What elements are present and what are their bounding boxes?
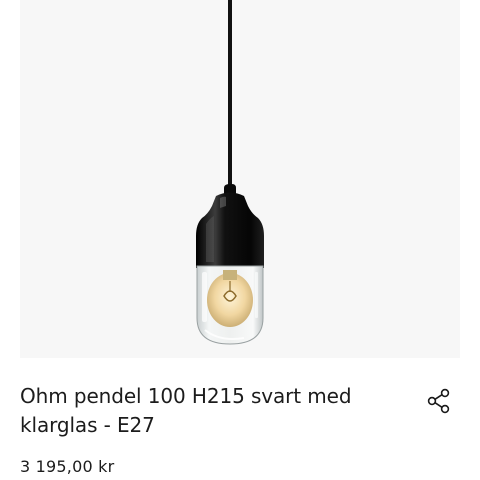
product-price: 3 195,00 kr [20, 457, 115, 476]
share-button[interactable] [420, 382, 458, 420]
product-title: Ohm pendel 100 H215 svart med klarglas -… [20, 384, 352, 437]
product-image[interactable] [20, 0, 460, 358]
product-page: Ohm pendel 100 H215 svart med klarglas -… [0, 0, 480, 480]
share-icon [427, 388, 450, 414]
product-info: Ohm pendel 100 H215 svart med klarglas -… [20, 382, 460, 477]
pendant-lamp-image [196, 0, 264, 345]
